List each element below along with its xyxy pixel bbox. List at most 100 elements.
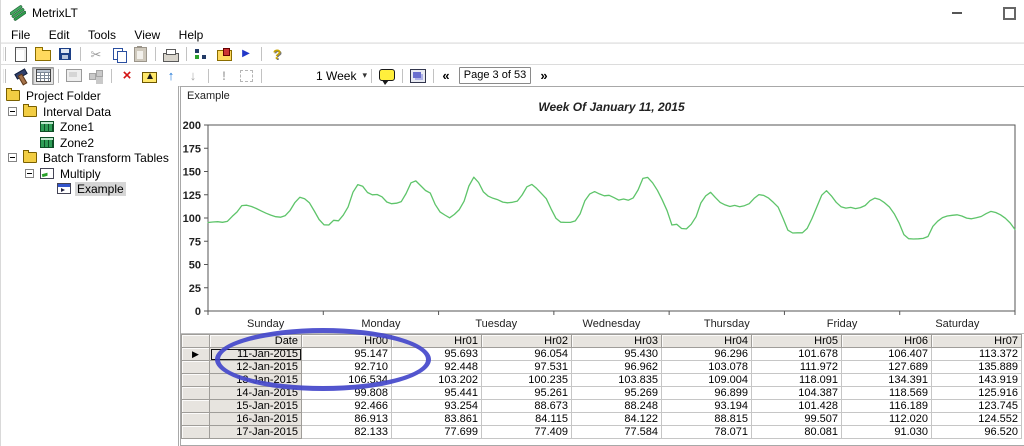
- value-cell[interactable]: 84.122: [572, 413, 662, 426]
- minimize-button[interactable]: [939, 0, 975, 26]
- column-header-date[interactable]: Date: [210, 335, 302, 348]
- value-cell[interactable]: 143.919: [932, 374, 1022, 387]
- menu-item-file[interactable]: File: [4, 27, 37, 42]
- value-cell[interactable]: 95.693: [392, 348, 482, 361]
- value-cell[interactable]: 96.520: [932, 426, 1022, 439]
- date-cell[interactable]: 11-Jan-2015: [210, 348, 302, 361]
- chart-image-button[interactable]: [407, 67, 429, 85]
- wizard-button[interactable]: [10, 67, 32, 85]
- export-folder-button[interactable]: [213, 45, 235, 63]
- value-cell[interactable]: 118.091: [752, 374, 842, 387]
- value-cell[interactable]: 109.004: [662, 374, 752, 387]
- toolbar-grip[interactable]: [3, 47, 6, 61]
- value-cell[interactable]: 88.673: [482, 400, 572, 413]
- date-cell[interactable]: 12-Jan-2015: [210, 361, 302, 374]
- open-button[interactable]: [32, 45, 54, 63]
- tree-item-interval-data[interactable]: Interval Data: [1, 104, 178, 119]
- value-cell[interactable]: 116.189: [842, 400, 932, 413]
- tree-item-example[interactable]: Example: [1, 181, 178, 196]
- value-cell[interactable]: 88.248: [572, 400, 662, 413]
- hierarchy-view-button[interactable]: [191, 45, 213, 63]
- value-cell[interactable]: 84.115: [482, 413, 572, 426]
- tree-item-zone2[interactable]: Zone2: [1, 135, 178, 150]
- value-cell[interactable]: 91.030: [842, 426, 932, 439]
- value-cell[interactable]: 95.441: [392, 387, 482, 400]
- menu-item-help[interactable]: Help: [172, 27, 211, 42]
- value-cell[interactable]: 92.466: [302, 400, 392, 413]
- row-header-cell[interactable]: [182, 387, 210, 400]
- value-cell[interactable]: 96.296: [662, 348, 752, 361]
- value-cell[interactable]: 113.372: [932, 348, 1022, 361]
- value-cell[interactable]: 134.391: [842, 374, 932, 387]
- date-cell[interactable]: 15-Jan-2015: [210, 400, 302, 413]
- value-cell[interactable]: 95.430: [572, 348, 662, 361]
- value-cell[interactable]: 104.387: [752, 387, 842, 400]
- tree-item-project-folder[interactable]: Project Folder: [1, 88, 178, 103]
- row-header-cell[interactable]: [182, 400, 210, 413]
- value-cell[interactable]: 95.269: [572, 387, 662, 400]
- value-cell[interactable]: 92.448: [392, 361, 482, 374]
- value-cell[interactable]: 82.133: [302, 426, 392, 439]
- row-header-cell[interactable]: [182, 361, 210, 374]
- value-cell[interactable]: 106.407: [842, 348, 932, 361]
- column-header-hr02[interactable]: Hr02: [482, 335, 572, 348]
- value-cell[interactable]: 118.569: [842, 387, 932, 400]
- column-header-hr07[interactable]: Hr07: [932, 335, 1022, 348]
- value-cell[interactable]: 111.972: [752, 361, 842, 374]
- value-cell[interactable]: 80.081: [752, 426, 842, 439]
- column-header-hr05[interactable]: Hr05: [752, 335, 842, 348]
- value-cell[interactable]: 92.710: [302, 361, 392, 374]
- page-indicator[interactable]: Page 3 of 53: [459, 67, 531, 84]
- row-header-cell[interactable]: [182, 413, 210, 426]
- value-cell[interactable]: 101.678: [752, 348, 842, 361]
- column-header-hr01[interactable]: Hr01: [392, 335, 482, 348]
- value-cell[interactable]: 93.254: [392, 400, 482, 413]
- value-cell[interactable]: 106.534: [302, 374, 392, 387]
- value-cell[interactable]: 124.552: [932, 413, 1022, 426]
- next-page-button[interactable]: »: [536, 67, 552, 85]
- column-header-hr06[interactable]: Hr06: [842, 335, 932, 348]
- date-cell[interactable]: 16-Jan-2015: [210, 413, 302, 426]
- move-up-button[interactable]: ↑: [160, 67, 182, 85]
- delete-button[interactable]: ×: [116, 67, 138, 85]
- value-cell[interactable]: 99.507: [752, 413, 842, 426]
- value-cell[interactable]: 127.689: [842, 361, 932, 374]
- current-row-marker[interactable]: ▶: [182, 348, 210, 361]
- prev-page-button[interactable]: «: [438, 67, 454, 85]
- value-cell[interactable]: 97.531: [482, 361, 572, 374]
- run-button[interactable]: ▶: [235, 45, 257, 63]
- maximize-button[interactable]: [991, 0, 1024, 26]
- period-dropdown[interactable]: 1 Week ▾: [316, 69, 367, 83]
- value-cell[interactable]: 123.745: [932, 400, 1022, 413]
- menu-item-view[interactable]: View: [127, 27, 167, 42]
- value-cell[interactable]: 95.147: [302, 348, 392, 361]
- value-cell[interactable]: 77.584: [572, 426, 662, 439]
- column-header-hr04[interactable]: Hr04: [662, 335, 752, 348]
- value-cell[interactable]: 83.861: [392, 413, 482, 426]
- folder-up-button[interactable]: [138, 67, 160, 85]
- value-cell[interactable]: 99.808: [302, 387, 392, 400]
- value-cell[interactable]: 96.054: [482, 348, 572, 361]
- column-header-hr00[interactable]: Hr00: [302, 335, 392, 348]
- value-cell[interactable]: 96.899: [662, 387, 752, 400]
- collapse-minus-icon[interactable]: [8, 153, 17, 162]
- value-cell[interactable]: 103.202: [392, 374, 482, 387]
- value-cell[interactable]: 77.699: [392, 426, 482, 439]
- tree-item-batch-transform-tables[interactable]: Batch Transform Tables: [1, 150, 178, 165]
- tree-item-zone1[interactable]: Zone1: [1, 119, 178, 134]
- save-button[interactable]: [54, 45, 76, 63]
- toolbar-grip[interactable]: [3, 69, 6, 83]
- value-cell[interactable]: 103.078: [662, 361, 752, 374]
- menu-item-tools[interactable]: Tools: [81, 27, 123, 42]
- value-cell[interactable]: 77.409: [482, 426, 572, 439]
- value-cell[interactable]: 135.889: [932, 361, 1022, 374]
- collapse-minus-icon[interactable]: [25, 169, 34, 178]
- row-header-cell[interactable]: [182, 374, 210, 387]
- column-header-hr03[interactable]: Hr03: [572, 335, 662, 348]
- date-cell[interactable]: 14-Jan-2015: [210, 387, 302, 400]
- value-cell[interactable]: 93.194: [662, 400, 752, 413]
- value-cell[interactable]: 112.020: [842, 413, 932, 426]
- value-cell[interactable]: 78.071: [662, 426, 752, 439]
- copy-button[interactable]: [107, 45, 129, 63]
- help-button[interactable]: ?: [266, 45, 288, 63]
